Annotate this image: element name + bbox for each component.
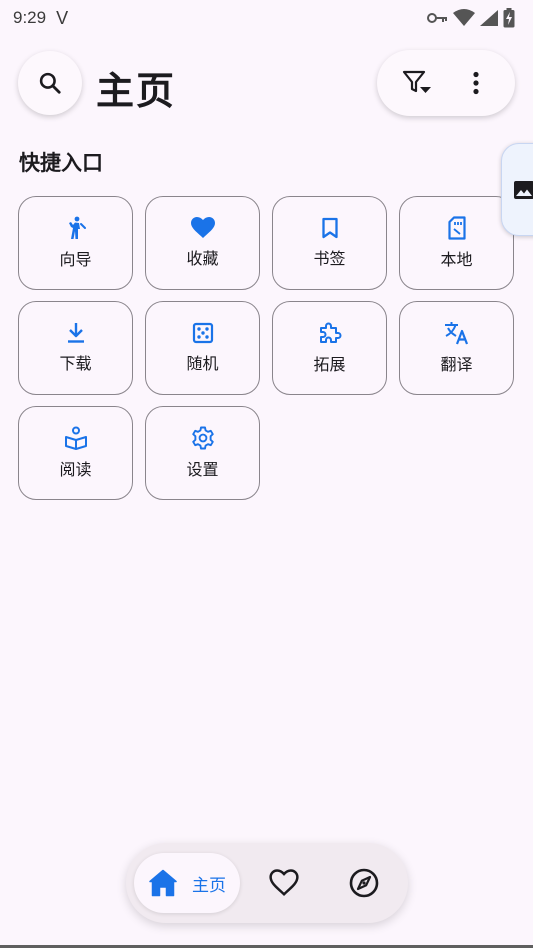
quick-item-label: 收藏 bbox=[186, 249, 219, 268]
quick-item-random[interactable]: 随机 bbox=[145, 301, 260, 395]
search-icon bbox=[39, 72, 61, 94]
heart-outline-icon bbox=[269, 869, 299, 896]
quick-item-favorites[interactable]: 收藏 bbox=[145, 196, 260, 290]
nav-item-explore[interactable] bbox=[344, 863, 384, 903]
more-options-button[interactable] bbox=[456, 63, 496, 103]
quick-item-settings[interactable]: 设置 bbox=[145, 406, 260, 500]
quick-item-label: 本地 bbox=[440, 250, 473, 269]
quick-item-label: 书签 bbox=[313, 249, 346, 268]
image-icon bbox=[514, 180, 533, 199]
extension-icon bbox=[319, 322, 341, 343]
action-pill bbox=[377, 50, 515, 116]
quick-item-label: 翻译 bbox=[440, 355, 473, 374]
battery-charging-icon bbox=[503, 8, 515, 28]
translate-icon bbox=[444, 322, 468, 345]
heart-icon bbox=[190, 217, 215, 238]
quick-item-guide[interactable]: 向导 bbox=[18, 196, 133, 290]
quick-item-bookmarks[interactable]: 书签 bbox=[272, 196, 387, 290]
quick-item-label: 阅读 bbox=[59, 460, 92, 479]
guide-icon bbox=[68, 216, 86, 239]
bookmark-icon bbox=[321, 217, 338, 239]
status-icons bbox=[427, 8, 515, 28]
filter-icon bbox=[402, 70, 431, 93]
settings-icon bbox=[191, 426, 214, 450]
nav-item-home[interactable]: 主页 bbox=[134, 853, 240, 913]
quick-item-label: 向导 bbox=[59, 250, 92, 269]
top-app-bar: 主页 bbox=[18, 50, 515, 116]
signal-icon bbox=[480, 10, 498, 26]
side-gallery-tab[interactable] bbox=[501, 143, 533, 236]
nav-item-favorites[interactable] bbox=[264, 863, 304, 903]
search-button[interactable] bbox=[18, 51, 82, 115]
status-time: 9:29 bbox=[13, 8, 47, 27]
explore-icon bbox=[349, 868, 379, 898]
download-icon bbox=[67, 323, 84, 343]
quick-item-local[interactable]: 本地 bbox=[399, 196, 514, 290]
quick-access-grid: 向导 收藏 书签 本地 下载 随机 拓展 翻译 阅读 设置 bbox=[18, 196, 516, 500]
wifi-icon bbox=[453, 9, 475, 26]
quick-item-downloads[interactable]: 下载 bbox=[18, 301, 133, 395]
quick-item-translate[interactable]: 翻译 bbox=[399, 301, 514, 395]
key-icon bbox=[427, 13, 447, 23]
bottom-navigation: 主页 bbox=[126, 843, 408, 923]
dice-icon bbox=[192, 322, 213, 344]
page-title: 主页 bbox=[96, 69, 177, 113]
quick-item-label: 拓展 bbox=[313, 355, 346, 374]
reading-icon bbox=[64, 426, 87, 450]
section-title-quick-access: 快捷入口 bbox=[19, 151, 103, 175]
more-vert-icon bbox=[472, 71, 479, 95]
home-icon bbox=[149, 869, 177, 897]
quick-item-reading[interactable]: 阅读 bbox=[18, 406, 133, 500]
quick-item-label: 设置 bbox=[186, 460, 219, 479]
status-left: 9:29 V bbox=[13, 8, 68, 29]
status-bar: 9:29 V bbox=[0, 0, 533, 36]
sd-card-icon bbox=[447, 216, 466, 240]
filter-button[interactable] bbox=[397, 63, 437, 103]
quick-item-label: 随机 bbox=[186, 354, 219, 373]
quick-item-extensions[interactable]: 拓展 bbox=[272, 301, 387, 395]
nav-item-home-label: 主页 bbox=[192, 875, 226, 896]
quick-item-label: 下载 bbox=[59, 354, 92, 373]
carrier-indicator: V bbox=[56, 7, 69, 28]
